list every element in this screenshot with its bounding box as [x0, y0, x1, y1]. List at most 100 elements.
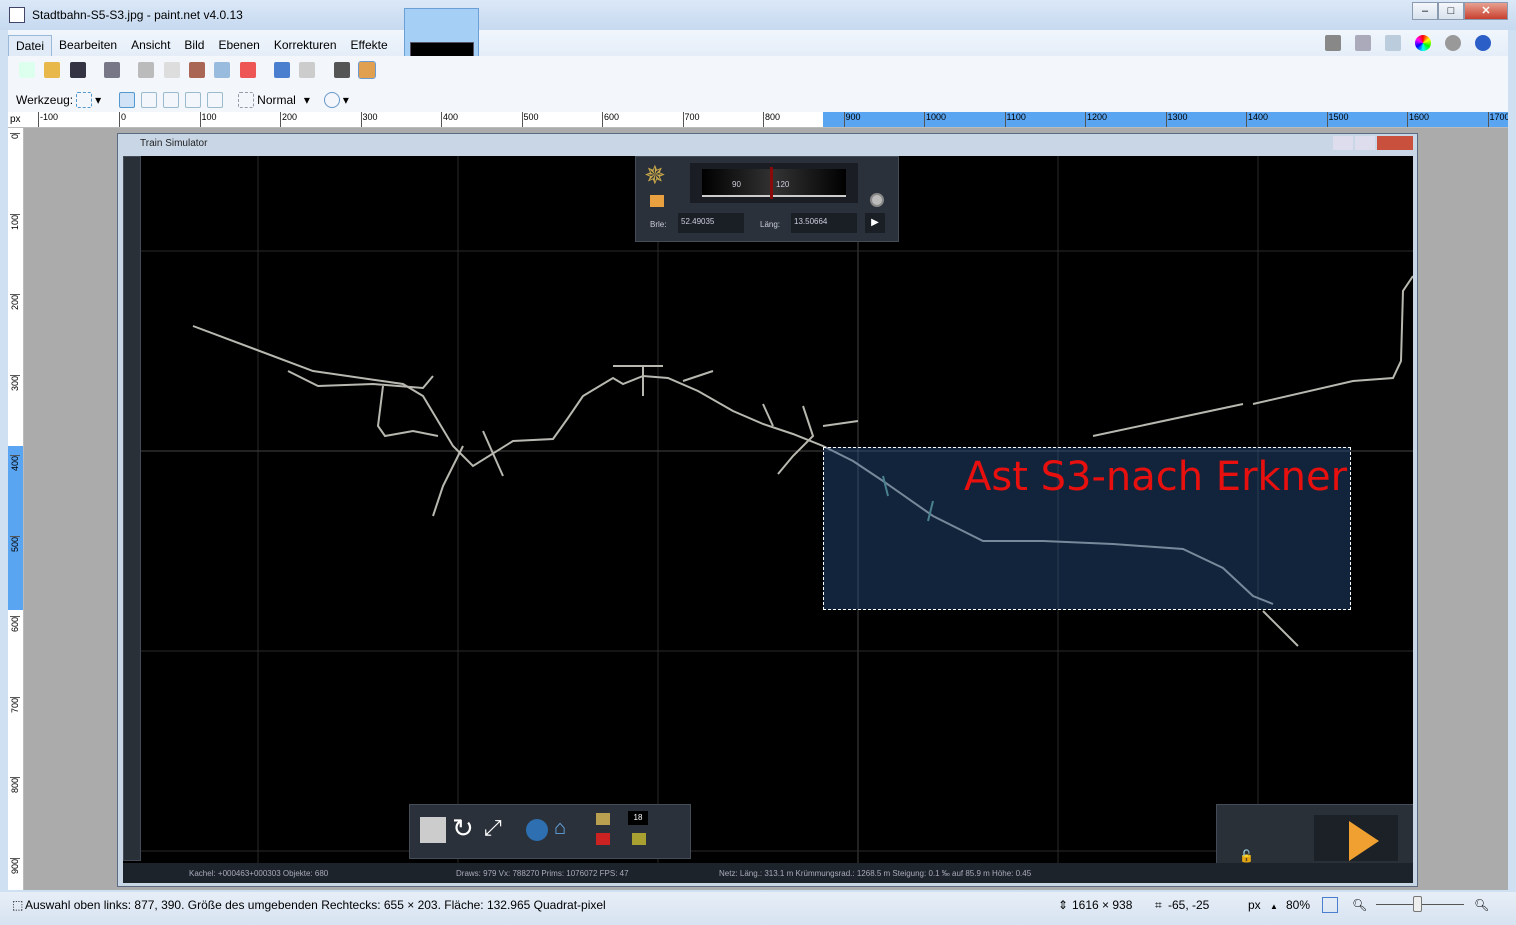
menu-ansicht[interactable]: Ansicht: [124, 35, 177, 57]
selection-xor-icon[interactable]: [207, 92, 224, 108]
ruler-tick-label: 0: [10, 133, 20, 140]
play-icon[interactable]: [1349, 821, 1379, 861]
copy-icon[interactable]: [163, 62, 180, 78]
save-icon[interactable]: [69, 62, 86, 78]
menu-ebenen[interactable]: Ebenen: [211, 35, 266, 57]
go-button[interactable]: ▶: [865, 213, 885, 233]
minimize-button[interactable]: –: [1412, 2, 1438, 20]
help-icon[interactable]: [1475, 35, 1491, 51]
longitude-field[interactable]: 13.50664: [791, 213, 857, 233]
menu-bar: Datei Bearbeiten Ansicht Bild Ebenen Kor…: [8, 30, 1508, 57]
ruler-tick-label: 800: [763, 112, 780, 127]
cursor-icon: ⌗: [1155, 898, 1162, 912]
colors-icon[interactable]: [1415, 35, 1431, 51]
ruler-tick-label: 300: [360, 112, 378, 127]
chevron-down-icon[interactable]: ▾: [343, 93, 349, 107]
print-icon[interactable]: [104, 62, 121, 78]
ruler-tick-label: 500: [10, 535, 20, 552]
zoom-out-icon[interactable]: 🔍︎: [1352, 898, 1367, 912]
maximize-button[interactable]: □: [1438, 2, 1464, 20]
selection-icon: ⬚: [12, 898, 24, 912]
rulers-icon[interactable]: [358, 61, 377, 79]
tool-label: Werkzeug:: [16, 93, 74, 107]
antialias-icon[interactable]: [323, 92, 340, 108]
zoom-in-icon[interactable]: 🔍︎: [1474, 898, 1489, 912]
zoom-slider-handle[interactable]: [1413, 896, 1422, 912]
map-toolbar: ↻ ⤢ ⌂ 18: [409, 804, 691, 859]
sim-minimize-button[interactable]: [1333, 136, 1353, 150]
heading-gauge: 90 120: [690, 163, 858, 203]
status-bar: ⬚ Auswahl oben links: 877, 390. Größe de…: [0, 892, 1516, 925]
tools-icon[interactable]: [1325, 35, 1341, 51]
heading-mark: 120: [776, 180, 790, 189]
redo-icon[interactable]: [299, 62, 316, 78]
selection-exclude-icon[interactable]: [163, 92, 180, 108]
cursor-position: -65, -25: [1168, 898, 1210, 912]
heading-mark: 90: [732, 180, 741, 189]
rectangle-select-icon[interactable]: [76, 92, 93, 108]
ruler-tick-label: 300: [10, 374, 20, 391]
ruler-tick-label: 500: [521, 112, 539, 127]
track-icon[interactable]: [596, 813, 610, 825]
ruler-tick-label: 1000: [924, 112, 946, 127]
image-size: 1616 × 938: [1072, 898, 1133, 912]
paste-icon[interactable]: [189, 62, 206, 78]
gps-icon[interactable]: [870, 193, 884, 207]
title-bar: Stadtbahn-S5-S3.jpg - paint.net v4.0.13 …: [0, 0, 1516, 30]
open-icon[interactable]: [44, 62, 61, 78]
sim-close-button[interactable]: [1377, 136, 1413, 150]
crop-icon[interactable]: [214, 62, 231, 78]
menu-bearbeiten[interactable]: Bearbeiten: [52, 35, 124, 57]
ruler-tick-label: 900: [843, 112, 861, 127]
map-layer-icon[interactable]: [650, 195, 664, 207]
history-icon[interactable]: [1355, 35, 1371, 51]
selection-union-icon[interactable]: [141, 92, 158, 108]
new-icon[interactable]: [19, 62, 35, 78]
network-status: Netz: Läng.: 313.1 m Krümmungsrad.: 1268…: [719, 869, 1032, 878]
fit-window-icon[interactable]: [1322, 897, 1338, 913]
latitude-field[interactable]: 52.49035: [678, 213, 744, 233]
layers-icon[interactable]: [1385, 35, 1401, 51]
window-title: Stadtbahn-S5-S3.jpg - paint.net v4.0.13: [32, 8, 243, 22]
zoom-level[interactable]: 80%: [1286, 898, 1310, 912]
ruler-tick-label: 0: [119, 112, 126, 127]
menu-bild[interactable]: Bild: [177, 35, 211, 57]
unit-selector[interactable]: px: [1248, 898, 1261, 912]
cut-icon[interactable]: [138, 62, 155, 78]
home-icon[interactable]: ⌂: [554, 817, 566, 840]
ruler-tick-label: 1200: [1085, 112, 1107, 127]
selection-intersect-icon[interactable]: [185, 92, 202, 108]
lock-icon[interactable]: 🔓: [1239, 849, 1254, 863]
menu-effekte[interactable]: Effekte: [344, 35, 395, 57]
ruler-tick-label: 1400: [1246, 112, 1268, 127]
train-icon[interactable]: [596, 833, 610, 845]
undo-icon[interactable]: [274, 62, 291, 78]
ruler-tick-label: 1100: [1004, 112, 1026, 127]
close-button[interactable]: ✕: [1464, 2, 1508, 20]
resize-icon[interactable]: ⤢: [484, 815, 502, 841]
menu-datei[interactable]: Datei: [8, 35, 53, 57]
lon-label: Läng:: [760, 220, 781, 229]
settings-icon[interactable]: [1445, 35, 1461, 51]
ruler-tick-label: 100: [199, 112, 217, 127]
menu-korrekturen[interactable]: Korrekturen: [267, 35, 344, 57]
fit-view-icon[interactable]: [420, 817, 446, 843]
globe-icon[interactable]: [526, 819, 548, 841]
ruler-tick-label: -100: [38, 112, 58, 127]
deselect-icon[interactable]: [239, 62, 256, 78]
selection-replace-icon[interactable]: [119, 92, 136, 108]
rotate-icon[interactable]: ↻: [452, 813, 474, 844]
chevron-down-icon[interactable]: ▾: [95, 93, 101, 107]
blend-mode-select[interactable]: Normal: [257, 93, 296, 107]
chevron-up-icon[interactable]: ▲: [1270, 902, 1278, 911]
selection-quality-icon[interactable]: [238, 92, 255, 108]
grid-icon[interactable]: [333, 62, 350, 78]
lat-label: Brle:: [650, 220, 667, 229]
compass-rose-icon[interactable]: ✵: [644, 161, 666, 189]
sim-maximize-button[interactable]: [1355, 136, 1375, 150]
chevron-down-icon[interactable]: ▾: [304, 93, 310, 107]
heading-needle: [770, 167, 773, 199]
signal-icon[interactable]: [632, 833, 646, 845]
ruler-tick-label: 400: [10, 455, 20, 472]
image-size-icon: ⇕: [1058, 898, 1069, 912]
